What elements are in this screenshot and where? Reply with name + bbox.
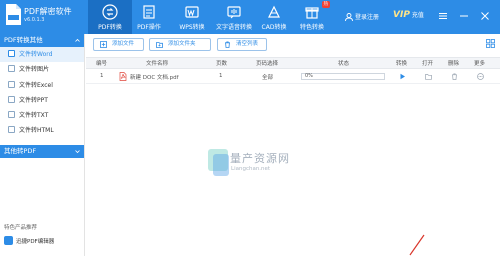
add-folder-label: 添加文件夹 — [168, 41, 196, 47]
vip-label: VIP — [393, 10, 410, 20]
menu-icon[interactable] — [438, 11, 448, 21]
text-voice-icon — [227, 6, 241, 19]
plus-folder-icon — [156, 42, 163, 48]
table-header: 编号 文件名称 页数 页码选择 状态 转换 打开 删除 更多 — [86, 57, 500, 69]
sidebar-item-label: 文件转TXT — [19, 112, 49, 120]
promo-label: 迅捷PDF编辑器 — [16, 239, 55, 245]
sidebar-item-label: 文件转HTML — [19, 127, 54, 135]
ppt-doc-icon — [8, 95, 15, 103]
sidebar-item-label: 文件转PPT — [19, 96, 48, 104]
login-register-link[interactable]: 登录注册 — [345, 12, 380, 22]
row-index: 1 — [100, 73, 104, 79]
add-file-button[interactable]: 添加文件 — [93, 38, 144, 51]
progress-percent: 0% — [305, 73, 313, 79]
delete-icon[interactable] — [451, 73, 458, 80]
col-more: 更多 — [474, 61, 486, 67]
hot-badge: 热 — [321, 1, 330, 8]
section-title: 其他转PDF — [4, 147, 37, 155]
clear-list-label: 清空列表 — [236, 41, 259, 47]
tab-label: PDF操作 — [137, 24, 161, 31]
col-page-range: 页码选择 — [256, 61, 279, 67]
app-logo-icon — [6, 4, 21, 25]
section-title: PDF转换其他 — [4, 36, 43, 44]
excel-doc-icon — [8, 80, 15, 88]
vip-recharge-button[interactable]: VIP 充值 — [393, 10, 424, 20]
watermark-title: 量产资源网 — [230, 152, 290, 165]
add-folder-button[interactable]: 添加文件夹 — [149, 38, 211, 51]
sidebar-section-other-to-pdf[interactable]: 其他转PDF — [0, 145, 84, 158]
watermark-url: Liangchan.net — [231, 166, 271, 172]
pdf-editor-icon — [4, 236, 13, 245]
tab-label: 特色转换 — [299, 24, 324, 31]
sidebar-item-to-ppt[interactable]: 文件转PPT — [0, 93, 84, 108]
tab-label: PDF转换 — [98, 24, 122, 31]
user-icon — [345, 13, 353, 22]
sidebar-item-label: 文件转图片 — [19, 66, 50, 74]
conversion-progress-bar: 0% — [301, 73, 385, 80]
promo-title: 特色产品推荐 — [4, 225, 38, 231]
col-convert: 转换 — [396, 61, 408, 67]
more-options-icon[interactable] — [477, 73, 484, 80]
pdf-convert-icon — [102, 4, 118, 20]
tab-pdf-convert[interactable]: PDF转换 — [88, 0, 132, 34]
plus-file-icon — [100, 41, 107, 48]
sidebar-item-to-word[interactable]: 文件转Word — [0, 47, 84, 63]
clear-list-button[interactable]: 清空列表 — [217, 38, 267, 51]
col-open: 打开 — [422, 61, 434, 67]
tab-pdf-operate[interactable]: PDF操作 — [127, 0, 171, 34]
minimize-icon[interactable] — [459, 11, 469, 21]
sidebar-list: 文件转Word 文件转图片 文件转Excel 文件转PPT 文件转TXT 文件转… — [0, 47, 84, 139]
sidebar-item-to-image[interactable]: 文件转图片 — [0, 62, 84, 77]
sidebar-item-label: 文件转Excel — [19, 81, 53, 89]
html-doc-icon — [8, 126, 15, 134]
folder-open-icon[interactable] — [425, 73, 432, 80]
sidebar-item-label: 文件转Word — [19, 51, 53, 58]
title-bar: PDF解密软件 v6.0.1.3 PDF转换 PDF操作 WPS转换 文字语音转… — [0, 0, 500, 34]
txt-doc-icon — [8, 111, 15, 119]
grid-view-icon[interactable] — [486, 39, 495, 48]
tab-special-convert[interactable]: 特色转换 热 — [290, 0, 334, 34]
login-label: 登录注册 — [355, 14, 380, 21]
sidebar-item-to-txt[interactable]: 文件转TXT — [0, 108, 84, 123]
row-pages: 1 — [219, 73, 223, 79]
sidebar: PDF转换其他 文件转Word 文件转图片 文件转Excel 文件转PPT 文件… — [0, 34, 85, 256]
sidebar-item-to-html[interactable]: 文件转HTML — [0, 123, 84, 138]
col-delete: 删除 — [448, 61, 460, 67]
annotation-arrow-icon — [409, 234, 425, 256]
sidebar-item-to-excel[interactable]: 文件转Excel — [0, 78, 84, 93]
table-row[interactable]: 1 新建 DOC 文档.pdf 1 全部 0% — [86, 70, 500, 84]
add-file-label: 添加文件 — [112, 41, 135, 47]
vip-sub-label: 充值 — [411, 12, 424, 19]
main-panel: 添加文件 添加文件夹 清空列表 编号 文件名称 页数 页码选择 状态 转换 打开… — [86, 34, 500, 256]
close-icon[interactable] — [480, 11, 490, 21]
col-pages: 页数 — [216, 61, 228, 67]
wps-convert-icon — [185, 6, 199, 18]
app-title: PDF解密软件 — [24, 7, 72, 16]
col-status: 状态 — [338, 61, 350, 67]
chevron-down-icon — [75, 150, 80, 154]
chevron-up-icon — [75, 38, 80, 42]
col-filename: 文件名称 — [146, 61, 169, 67]
pdf-operate-icon — [143, 5, 155, 19]
promo-pdf-editor[interactable]: 迅捷PDF编辑器 — [4, 236, 54, 245]
app-version: v6.0.1.3 — [24, 17, 45, 23]
pdf-file-icon — [119, 72, 127, 81]
row-filename: 新建 DOC 文档.pdf — [130, 75, 179, 81]
trash-icon — [225, 41, 230, 48]
image-doc-icon — [8, 65, 15, 73]
sidebar-section-pdf-to-other[interactable]: PDF转换其他 — [0, 34, 84, 47]
row-page-range[interactable]: 全部 — [262, 73, 273, 81]
cad-convert-icon — [268, 5, 280, 18]
special-convert-icon — [305, 7, 319, 19]
toolbar: 添加文件 添加文件夹 清空列表 — [86, 34, 500, 56]
word-doc-icon — [8, 50, 15, 57]
play-convert-icon[interactable] — [399, 73, 406, 80]
col-index: 编号 — [96, 61, 108, 67]
